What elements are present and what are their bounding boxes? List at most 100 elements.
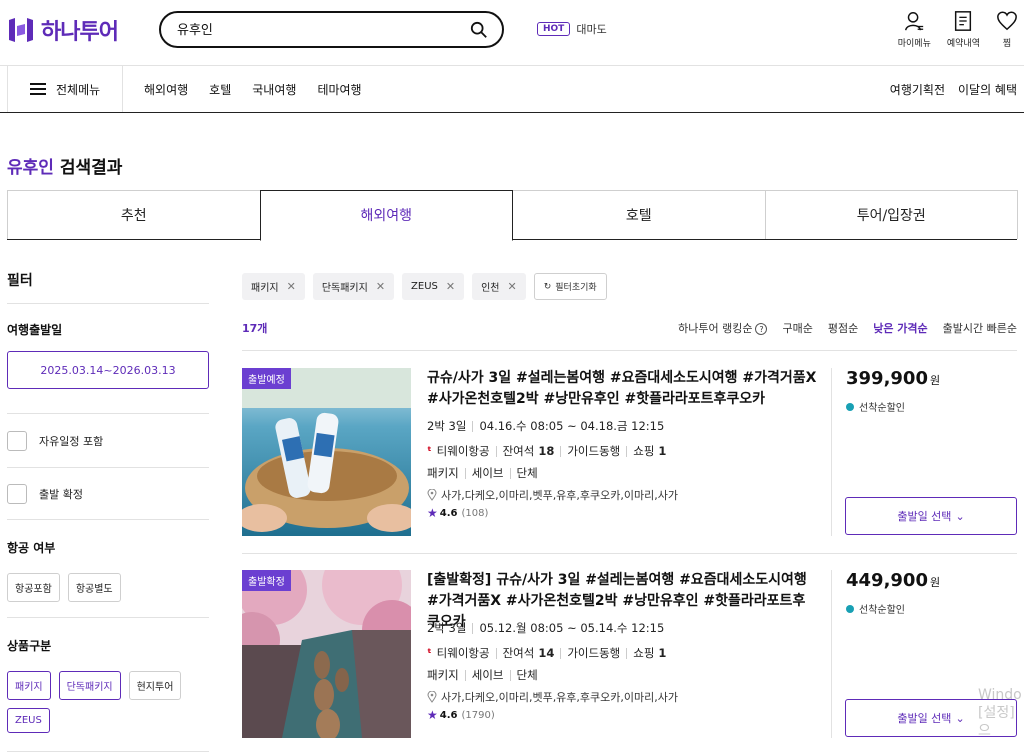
confirmed-checkbox[interactable]: 출발 확정 — [7, 484, 209, 504]
airline-logo-icon: ᵗ — [427, 646, 432, 660]
filter-tag[interactable]: 단독패키지 ✕ — [312, 273, 395, 300]
product-card[interactable]: 출발예정 규슈/사가 3일 #설레는봄여행 #요즘대세소도시여행 #가격거품X … — [242, 368, 1017, 538]
product-type-label: 상품구분 — [7, 639, 52, 653]
filter-reset-button[interactable]: ↻ 필터초기화 — [533, 273, 607, 300]
filter-reset-label: 필터초기화 — [555, 283, 597, 293]
checkbox-icon[interactable] — [7, 431, 27, 451]
divider — [509, 467, 511, 479]
divider — [831, 570, 832, 738]
chip-local-tour[interactable]: 현지투어 — [128, 671, 182, 700]
rating-value: 4.6 — [439, 709, 458, 721]
product-rating: ★ 4.6 (108) — [427, 506, 488, 520]
nav-exhibition[interactable]: 여행기획전 — [890, 81, 945, 98]
chip-airline-separate[interactable]: 항공별도 — [67, 573, 121, 602]
filter-tag[interactable]: ZEUS ✕ — [402, 273, 465, 300]
filter-tag-label: 패키지 — [251, 283, 279, 294]
tab-tour-ticket[interactable]: 투어/입장권 — [764, 190, 1018, 239]
filter-tag[interactable]: 인천 ✕ — [472, 273, 526, 300]
help-icon[interactable]: ? — [755, 323, 768, 335]
date-range-button[interactable]: 2025.03.14~2026.03.13 — [7, 351, 209, 389]
sort-low-price[interactable]: 낮은 가격순 — [873, 320, 927, 336]
chip-package[interactable]: 패키지 — [7, 671, 51, 700]
shopping-value: 1 — [658, 646, 667, 660]
product-info: ᵗ 티웨이항공 잔여석 18 가이드동행 쇼핑 1 — [427, 443, 666, 459]
hot-keyword-text[interactable]: 대마도 — [576, 21, 606, 37]
close-icon[interactable]: ✕ — [376, 280, 385, 293]
sort-departure[interactable]: 출발시간 빠른순 — [943, 320, 1017, 336]
free-schedule-checkbox[interactable]: 자유일정 포함 — [7, 431, 209, 451]
discount-label: 선착순할인 — [859, 403, 905, 414]
departure-date-label: 여행출발일 — [7, 323, 63, 337]
nav-right-links: 여행기획전 이달의 혜택 — [890, 81, 1017, 98]
close-icon[interactable]: ✕ — [287, 280, 296, 293]
location-pin-icon — [427, 691, 437, 703]
checkbox-icon[interactable] — [7, 484, 27, 504]
type-label: 세이브 — [471, 466, 504, 480]
discount-info: 선착순할인 — [846, 399, 905, 414]
logo[interactable]: 하나투어 — [7, 14, 119, 46]
nav-overseas[interactable]: 해외여행 — [144, 81, 188, 98]
type-label: 세이브 — [471, 668, 504, 682]
wish-button[interactable]: 찜 — [996, 10, 1018, 49]
refresh-icon: ↻ — [543, 281, 552, 292]
watermark-line: [설정]으 — [978, 705, 1015, 739]
chip-zeus[interactable]: ZEUS — [7, 708, 50, 733]
shopping-value: 1 — [658, 444, 667, 458]
rating-value: 4.6 — [439, 507, 458, 519]
filter-tag-label: 인천 — [481, 283, 500, 294]
tab-hotel[interactable]: 호텔 — [512, 190, 766, 239]
sort-purchase[interactable]: 구매순 — [782, 320, 812, 336]
divider — [560, 445, 562, 457]
schedule-dates: 04.16.수 08:05 ~ 04.18.금 12:15 — [479, 419, 665, 433]
status-badge: 출발확정 — [242, 570, 291, 591]
hot-keyword[interactable]: HOT 대마도 — [537, 21, 607, 37]
user-icon — [905, 12, 924, 31]
title-suffix: 검색결과 — [53, 158, 123, 178]
product-card[interactable]: 출발확정 [출발확정] 규슈/사가 3일 #설레는봄여행 #요즘대세소도시여행 … — [242, 570, 1017, 740]
header: 하나투어 HOT 대마도 마이메뉴 — [0, 0, 1024, 66]
tab-overseas[interactable]: 해외여행 — [259, 190, 513, 241]
sort-options: 하나투어 랭킹순? 구매순 평점순 낮은 가격순 출발시간 빠른순 — [678, 320, 1017, 336]
divider — [7, 303, 209, 304]
chip-airline-included[interactable]: 항공포함 — [7, 573, 60, 602]
search-icon[interactable] — [470, 21, 488, 39]
all-menu-button[interactable]: 전체메뉴 — [7, 66, 123, 112]
close-icon[interactable]: ✕ — [508, 280, 517, 293]
divider — [7, 413, 209, 414]
price-value: 399,900 — [846, 368, 928, 389]
product-photo — [242, 570, 411, 738]
tab-recommend[interactable]: 추천 — [7, 190, 261, 239]
product-types: 패키지 세이브 단체 — [427, 667, 538, 683]
nav-monthly-benefit[interactable]: 이달의 혜택 — [958, 81, 1017, 98]
seats-value: 18 — [538, 444, 555, 458]
search-box[interactable] — [159, 11, 504, 48]
close-icon[interactable]: ✕ — [446, 280, 455, 293]
select-departure-button[interactable]: 출발일 선택 ⌄ — [845, 497, 1017, 535]
schedule-dates: 05.12.월 08:05 ~ 05.14.수 12:15 — [479, 621, 665, 635]
applied-filters: 패키지 ✕ 단독패키지 ✕ ZEUS ✕ 인천 ✕ ↻ 필터초기화 — [242, 273, 607, 300]
product-image[interactable]: 출발확정 — [242, 570, 411, 738]
filter-tag[interactable]: 패키지 ✕ — [242, 273, 305, 300]
heart-icon — [997, 11, 1017, 31]
sort-rating[interactable]: 평점순 — [828, 320, 858, 336]
product-image[interactable]: 출발예정 — [242, 368, 411, 536]
discount-info: 선착순할인 — [846, 601, 905, 616]
guide-label: 가이드동행 — [567, 646, 621, 660]
product-title[interactable]: 규슈/사가 3일 #설레는봄여행 #요즘대세소도시여행 #가격거품X #사가온천… — [427, 368, 817, 410]
main-nav: 전체메뉴 해외여행 호텔 국내여행 테마여행 여행기획전 이달의 혜택 — [0, 66, 1024, 113]
my-menu-button[interactable]: 마이메뉴 — [898, 10, 931, 49]
watermark-line: Windo — [978, 687, 1022, 703]
divider — [509, 669, 511, 681]
airline-chips: 항공포함 항공별도 — [7, 573, 209, 602]
divider — [495, 647, 497, 659]
nav-theme[interactable]: 테마여행 — [317, 81, 361, 98]
search-input[interactable] — [177, 21, 457, 36]
chip-private-package[interactable]: 단독패키지 — [58, 671, 121, 700]
nav-domestic[interactable]: 국내여행 — [252, 81, 296, 98]
status-badge: 출발예정 — [242, 368, 291, 389]
sort-ranking[interactable]: 하나투어 랭킹순? — [678, 320, 768, 336]
nav-hotel[interactable]: 호텔 — [209, 81, 231, 98]
result-tabs: 추천 해외여행 호텔 투어/입장권 — [7, 190, 1018, 241]
reservation-button[interactable]: 예약내역 — [947, 10, 980, 49]
chevron-down-icon: ⌄ — [955, 509, 965, 523]
